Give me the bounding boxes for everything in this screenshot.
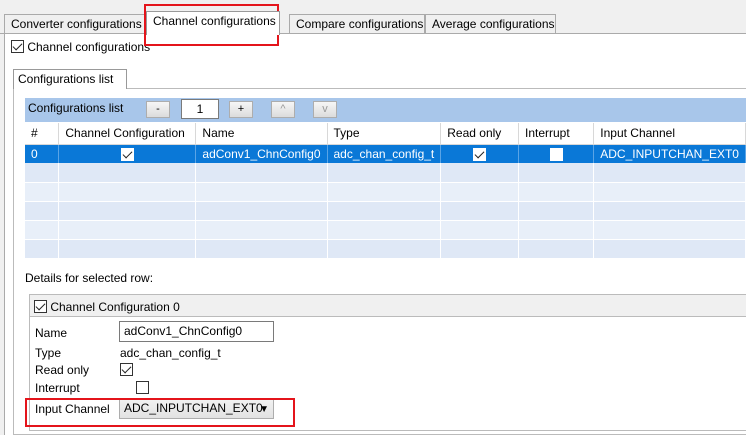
interrupt-label: Interrupt bbox=[35, 381, 80, 395]
checkbox-checked-icon[interactable] bbox=[11, 40, 24, 54]
name-label: Name bbox=[35, 326, 68, 340]
empty-row bbox=[25, 239, 746, 259]
empty-row bbox=[25, 182, 746, 202]
tab-label: Average configurations bbox=[432, 17, 555, 31]
row-count-value: 1 bbox=[196, 102, 204, 116]
down-label: v bbox=[322, 103, 328, 115]
group-title: Configurations list bbox=[18, 72, 114, 86]
empty-row bbox=[25, 163, 746, 183]
tab-bar: Converter configurations Channel configu… bbox=[0, 0, 746, 35]
plus-label: + bbox=[237, 103, 245, 115]
empty-row bbox=[25, 220, 746, 240]
column-header-input-channel[interactable]: Input Channel bbox=[593, 123, 746, 145]
empty-row bbox=[25, 201, 746, 221]
type-value: adc_chan_config_t bbox=[120, 346, 221, 360]
cell-interrupt[interactable] bbox=[518, 144, 595, 163]
read-only-label: Read only bbox=[35, 363, 90, 377]
column-header-interrupt[interactable]: Interrupt bbox=[518, 123, 595, 145]
tab-converter-configurations[interactable]: Converter configurations bbox=[4, 14, 146, 34]
column-header-index[interactable]: # bbox=[25, 123, 60, 145]
checkbox-unchecked-icon[interactable] bbox=[549, 147, 563, 161]
minus-label: - bbox=[156, 103, 160, 115]
configurations-list-group-tab: Configurations list bbox=[13, 69, 127, 89]
column-header-type[interactable]: Type bbox=[327, 123, 442, 145]
tab-label: Channel configurations bbox=[153, 14, 276, 28]
table-row[interactable]: 0 adConv1_ChnConfig0 adc_chan_config_t A… bbox=[25, 144, 746, 163]
channel-configurations-toggle[interactable]: Channel configurations bbox=[11, 39, 150, 55]
tab-compare-configurations[interactable]: Compare configurations bbox=[289, 14, 425, 34]
tab-label: Compare configurations bbox=[296, 17, 424, 31]
details-group-title: Channel Configuration 0 bbox=[50, 299, 180, 314]
list-header-bar: Configurations list bbox=[25, 98, 746, 122]
channel-configuration-0-toggle[interactable]: Channel Configuration 0 bbox=[34, 299, 180, 314]
column-header-name[interactable]: Name bbox=[195, 123, 328, 145]
configurations-table: # Channel Configuration Name Type Read o… bbox=[25, 123, 746, 259]
tab-channel-configurations[interactable]: Channel configurations bbox=[146, 11, 280, 35]
details-title: Details for selected row: bbox=[25, 271, 154, 285]
name-value: adConv1_ChnConfig0 bbox=[124, 324, 243, 338]
cell-read-only[interactable] bbox=[440, 144, 519, 163]
checkbox-checked-icon[interactable] bbox=[120, 147, 134, 161]
move-up-button[interactable]: ^ bbox=[271, 101, 295, 118]
type-label: Type bbox=[35, 346, 62, 360]
column-header-read-only[interactable]: Read only bbox=[440, 123, 519, 145]
list-header-title: Configurations list bbox=[28, 101, 124, 115]
cell-name[interactable]: adConv1_ChnConfig0 bbox=[195, 144, 328, 163]
read-only-checkbox[interactable] bbox=[120, 363, 133, 377]
highlight-box-input-channel bbox=[25, 398, 295, 427]
tab-average-configurations[interactable]: Average configurations bbox=[425, 14, 556, 34]
cell-input-channel[interactable]: ADC_INPUTCHAN_EXT0 bbox=[593, 144, 746, 163]
cell-index[interactable]: 0 bbox=[25, 144, 60, 163]
checkbox-checked-icon[interactable] bbox=[473, 147, 487, 161]
row-count-field[interactable]: 1 bbox=[181, 99, 219, 119]
cell-type[interactable]: adc_chan_config_t bbox=[327, 144, 442, 163]
details-group-header: Channel Configuration 0 bbox=[29, 294, 746, 317]
interrupt-checkbox[interactable] bbox=[136, 381, 150, 395]
remove-row-button[interactable]: - bbox=[146, 101, 170, 118]
add-row-button[interactable]: + bbox=[229, 101, 253, 118]
name-field[interactable]: adConv1_ChnConfig0 bbox=[119, 321, 274, 342]
up-label: ^ bbox=[280, 103, 286, 115]
move-down-button[interactable]: v bbox=[313, 101, 337, 118]
checkbox-checked-icon[interactable] bbox=[34, 300, 47, 314]
cell-channel-configuration[interactable] bbox=[58, 144, 197, 163]
tab-label: Converter configurations bbox=[11, 17, 142, 31]
channel-configurations-label: Channel configurations bbox=[27, 39, 151, 54]
column-header-channel-configuration[interactable]: Channel Configuration bbox=[58, 123, 197, 145]
